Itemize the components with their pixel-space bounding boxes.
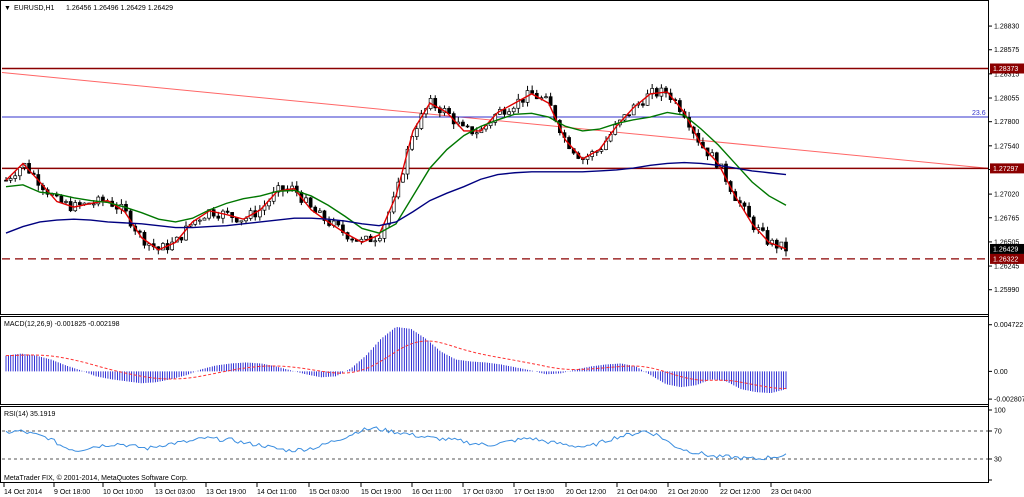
candle-body — [747, 205, 751, 218]
price-tick-label: 1.26765 — [994, 215, 1019, 222]
candle-body — [91, 203, 96, 206]
price-label-text: 1.28373 — [993, 66, 1018, 73]
candle-body — [13, 175, 18, 179]
candle-body — [465, 125, 470, 128]
rsi-tick-label: 30 — [994, 457, 1002, 464]
candle-body — [654, 88, 659, 97]
candle-body — [216, 215, 221, 219]
x-tick-label: 13 Oct 03:00 — [155, 489, 195, 496]
x-tick-label: 10 Oct 10:00 — [103, 489, 143, 496]
price-label-text: 1.26322 — [993, 256, 1018, 263]
candle-body — [627, 114, 631, 117]
candle-body — [64, 201, 68, 203]
macd-tick-label: 0.00 — [994, 369, 1008, 376]
price-tick-label: 1.27540 — [994, 143, 1019, 150]
fib-level-label: 23.6 — [972, 110, 986, 117]
price-tick-label: 1.27800 — [994, 119, 1019, 126]
candle-body — [461, 121, 465, 127]
x-tick-label: 15 Oct 03:00 — [309, 489, 349, 496]
candle-body — [59, 195, 64, 203]
candle-body — [544, 96, 548, 99]
macd-label: MACD(12,26,9) -0.001825 -0.002198 — [4, 321, 120, 328]
x-tick-label: 23 Oct 04:00 — [771, 489, 811, 496]
x-tick-label: 22 Oct 12:00 — [720, 489, 760, 496]
candle-body — [317, 210, 322, 213]
x-tick-label: 14 Oct 2014 — [4, 489, 42, 496]
candle-body — [530, 90, 535, 94]
price-label-text: 1.26429 — [993, 246, 1018, 253]
candle-body — [4, 179, 8, 182]
candle-body — [336, 220, 341, 226]
price-label-text: 1.27297 — [993, 166, 1018, 173]
candle-body — [77, 202, 82, 205]
candle-body — [308, 197, 313, 208]
candle-body — [373, 240, 378, 243]
candle-body — [377, 237, 382, 242]
candle-body — [751, 216, 756, 231]
x-tick-label: 16 Oct 11:00 — [412, 489, 452, 496]
candle-body — [474, 132, 479, 135]
copyright-text: MetaTrader FIX, © 2001-2014, MetaQuotes … — [4, 474, 188, 482]
price-tick-label: 1.28830 — [994, 24, 1019, 31]
candle-body — [502, 109, 507, 115]
chart-root: 1.28830 1.28575 1.28315 1.28055 1.27800 1.275… — [0, 0, 1024, 497]
symbol-label: EURUSD,H1 — [14, 5, 55, 12]
candle-body — [202, 217, 207, 221]
candle-body — [350, 238, 355, 241]
price-tick-label: 1.28055 — [994, 96, 1019, 103]
x-tick-label: 17 Oct 19:00 — [514, 489, 554, 496]
price-panel-frame — [0, 0, 989, 315]
candle-body — [197, 219, 202, 222]
rsi-tick-label: 70 — [994, 429, 1002, 436]
candle-body — [784, 241, 788, 252]
x-tick-label: 9 Oct 18:00 — [54, 489, 90, 496]
rsi-tick-label: 100 — [994, 408, 1006, 415]
x-tick-label: 20 Oct 12:00 — [566, 489, 606, 496]
macd-tick-label: 0.004722 — [994, 322, 1023, 329]
candle-body — [414, 128, 419, 137]
candle-body — [511, 107, 516, 113]
candle-body — [364, 235, 368, 240]
x-tick-label: 15 Oct 19:00 — [361, 489, 401, 496]
candle-body — [17, 167, 22, 177]
rsi-label: RSI(14) 35.1919 — [4, 411, 55, 418]
price-tick-label: 1.28575 — [994, 47, 1019, 54]
candle-body — [211, 209, 216, 217]
candle-body — [641, 103, 645, 106]
macd-tick-label: -0.002807 — [994, 397, 1024, 404]
price-tick-label: 1.25990 — [994, 287, 1019, 294]
candle-body — [761, 227, 765, 231]
candle-body — [225, 210, 230, 213]
chart-svg: 1.288301.285751.283151.280551.278001.275… — [0, 0, 1024, 496]
macd-panel-frame — [0, 316, 989, 405]
price-tick-label: 1.27020 — [994, 192, 1019, 199]
candle-body — [8, 178, 13, 181]
x-tick-label: 17 Oct 03:00 — [463, 489, 503, 496]
x-tick-label: 21 Oct 04:00 — [617, 489, 657, 496]
candle-body — [507, 111, 511, 115]
candle-body — [239, 220, 244, 223]
x-tick-label: 14 Oct 11:00 — [257, 489, 297, 496]
header-arrow-icon[interactable]: ▼ — [4, 5, 11, 12]
x-tick-label: 13 Oct 19:00 — [206, 489, 246, 496]
ohlc-text: 1.26456 1.26496 1.26429 1.26429 — [66, 5, 173, 12]
candle-body — [599, 149, 604, 152]
rsi-panel-frame — [0, 406, 989, 483]
candle-body — [742, 202, 747, 207]
x-tick-label: 21 Oct 20:00 — [668, 489, 708, 496]
price-tick-label: 1.26245 — [994, 264, 1019, 271]
